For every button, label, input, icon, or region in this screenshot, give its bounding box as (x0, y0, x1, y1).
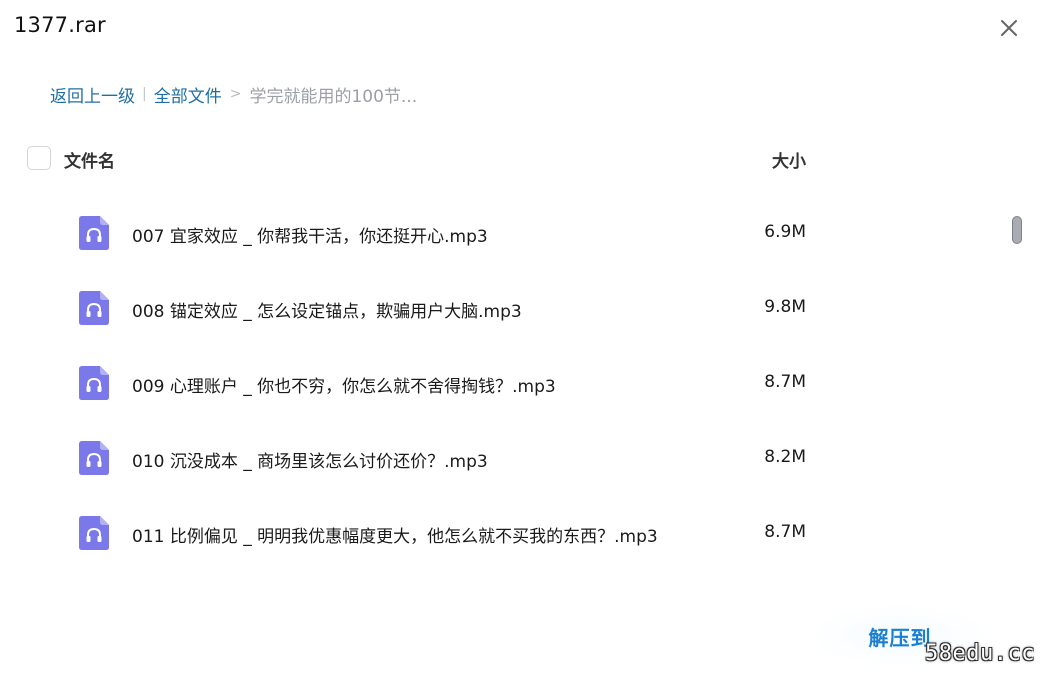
file-size: 9.8M (764, 297, 806, 317)
watermark: 58edu.cc (925, 641, 1035, 666)
file-name: 007 宜家效应 _ 你帮我干活，你还挺开心.mp3 (132, 227, 488, 247)
back-link[interactable]: 返回上一级 (50, 82, 135, 107)
breadcrumb-separator: | (142, 86, 147, 102)
audio-file-icon (79, 216, 109, 250)
column-header-size: 大小 (772, 152, 806, 172)
file-row[interactable]: 011 比例偏见 _ 明明我优惠幅度更大，他怎么就不买我的东西？.mp3 8.7… (0, 496, 1000, 571)
audio-file-icon (79, 441, 109, 475)
column-header-name: 文件名 (64, 152, 115, 172)
file-row[interactable]: 010 沉没成本 _ 商场里该怎么讨价还价？.mp3 8.2M (0, 421, 1000, 496)
extract-to-label: 解压到 (868, 625, 932, 650)
dialog-title: 1377.rar (14, 13, 106, 37)
archive-preview-dialog: 1377.rar 返回上一级 | 全部文件 > 学完就能用的100节... 文件… (0, 0, 1042, 678)
file-size: 8.2M (764, 447, 806, 467)
file-row[interactable]: 009 心理账户 _ 你也不穷，你怎么就不舍得掏钱？.mp3 8.7M (0, 346, 1000, 421)
file-name: 009 心理账户 _ 你也不穷，你怎么就不舍得掏钱？.mp3 (132, 377, 556, 397)
file-size: 8.7M (764, 372, 806, 392)
audio-file-icon (79, 516, 109, 550)
file-row[interactable]: 007 宜家效应 _ 你帮我干活，你还挺开心.mp3 6.9M (0, 196, 1000, 271)
file-name: 008 锚定效应 _ 怎么设定锚点，欺骗用户大脑.mp3 (132, 302, 522, 322)
all-files-link[interactable]: 全部文件 (154, 82, 222, 107)
file-name: 010 沉没成本 _ 商场里该怎么讨价还价？.mp3 (132, 452, 488, 472)
current-folder: 学完就能用的100节... (249, 86, 418, 107)
table-header: 文件名 大小 (0, 140, 1042, 178)
audio-file-icon (79, 291, 109, 325)
breadcrumb: 返回上一级 | 全部文件 > 学完就能用的100节... (50, 82, 418, 107)
file-list: 007 宜家效应 _ 你帮我干活，你还挺开心.mp3 6.9M 008 锚定效应… (0, 196, 1000, 571)
chevron-right-icon: > (229, 86, 242, 102)
file-size: 8.7M (764, 522, 806, 542)
file-row[interactable]: 008 锚定效应 _ 怎么设定锚点，欺骗用户大脑.mp3 9.8M (0, 271, 1000, 346)
file-name: 011 比例偏见 _ 明明我优惠幅度更大，他怎么就不买我的东西？.mp3 (132, 527, 658, 547)
scrollbar-thumb[interactable] (1012, 216, 1022, 244)
close-icon[interactable] (996, 15, 1022, 41)
file-size: 6.9M (764, 222, 806, 242)
audio-file-icon (79, 366, 109, 400)
select-all-checkbox[interactable] (27, 146, 51, 170)
